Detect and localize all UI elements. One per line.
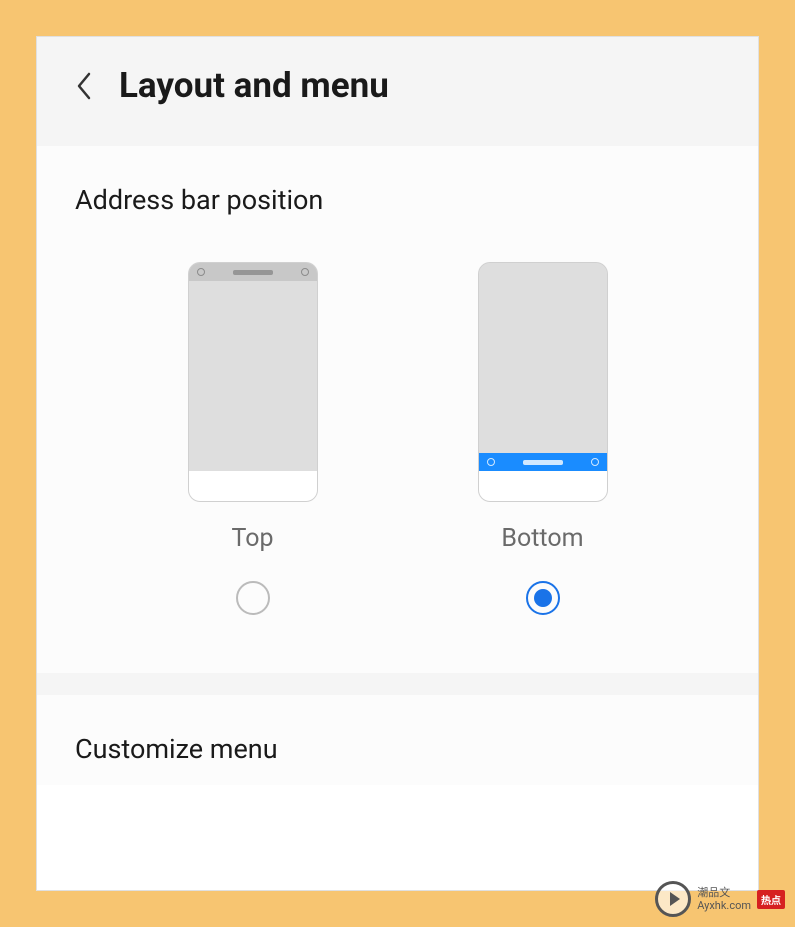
phone-address-bar-top: [189, 263, 317, 281]
phone-body: [189, 281, 317, 471]
address-bar-section: Address bar position Top: [37, 146, 758, 673]
radio-top[interactable]: [236, 581, 270, 615]
refresh-icon: [301, 268, 309, 276]
phone-nav: [479, 471, 607, 501]
refresh-icon: [591, 458, 599, 466]
radio-dot: [534, 589, 552, 607]
phone-address-bar-bottom: [479, 453, 607, 471]
watermark: 潮品文 Ayxhk.com 热点: [655, 881, 785, 917]
phone-preview-top: [188, 262, 318, 502]
option-bottom[interactable]: Bottom: [478, 262, 608, 615]
options-container: Top Bottom: [75, 262, 720, 615]
header: Layout and menu: [37, 37, 758, 146]
settings-card: Layout and menu Address bar position Top: [36, 36, 759, 891]
radio-bottom[interactable]: [526, 581, 560, 615]
customize-menu-item[interactable]: Customize menu: [75, 733, 720, 765]
section-divider: [37, 673, 758, 695]
phone-preview-bottom: [478, 262, 608, 502]
section-title: Address bar position: [75, 184, 720, 216]
play-icon: [655, 881, 691, 917]
phone-body: [479, 263, 607, 453]
chevron-left-icon: [75, 71, 93, 101]
watermark-text: 潮品文 Ayxhk.com: [697, 886, 751, 912]
option-bottom-label: Bottom: [501, 524, 583, 553]
url-bar-icon: [523, 460, 563, 465]
page-title: Layout and menu: [119, 65, 389, 106]
watermark-badge: 热点: [757, 890, 785, 909]
phone-nav: [189, 471, 317, 501]
back-button[interactable]: [69, 71, 99, 101]
customize-section: Customize menu: [37, 695, 758, 785]
url-bar-icon: [233, 270, 273, 275]
star-icon: [487, 458, 495, 466]
option-top-label: Top: [231, 524, 273, 553]
star-icon: [197, 268, 205, 276]
option-top[interactable]: Top: [188, 262, 318, 615]
